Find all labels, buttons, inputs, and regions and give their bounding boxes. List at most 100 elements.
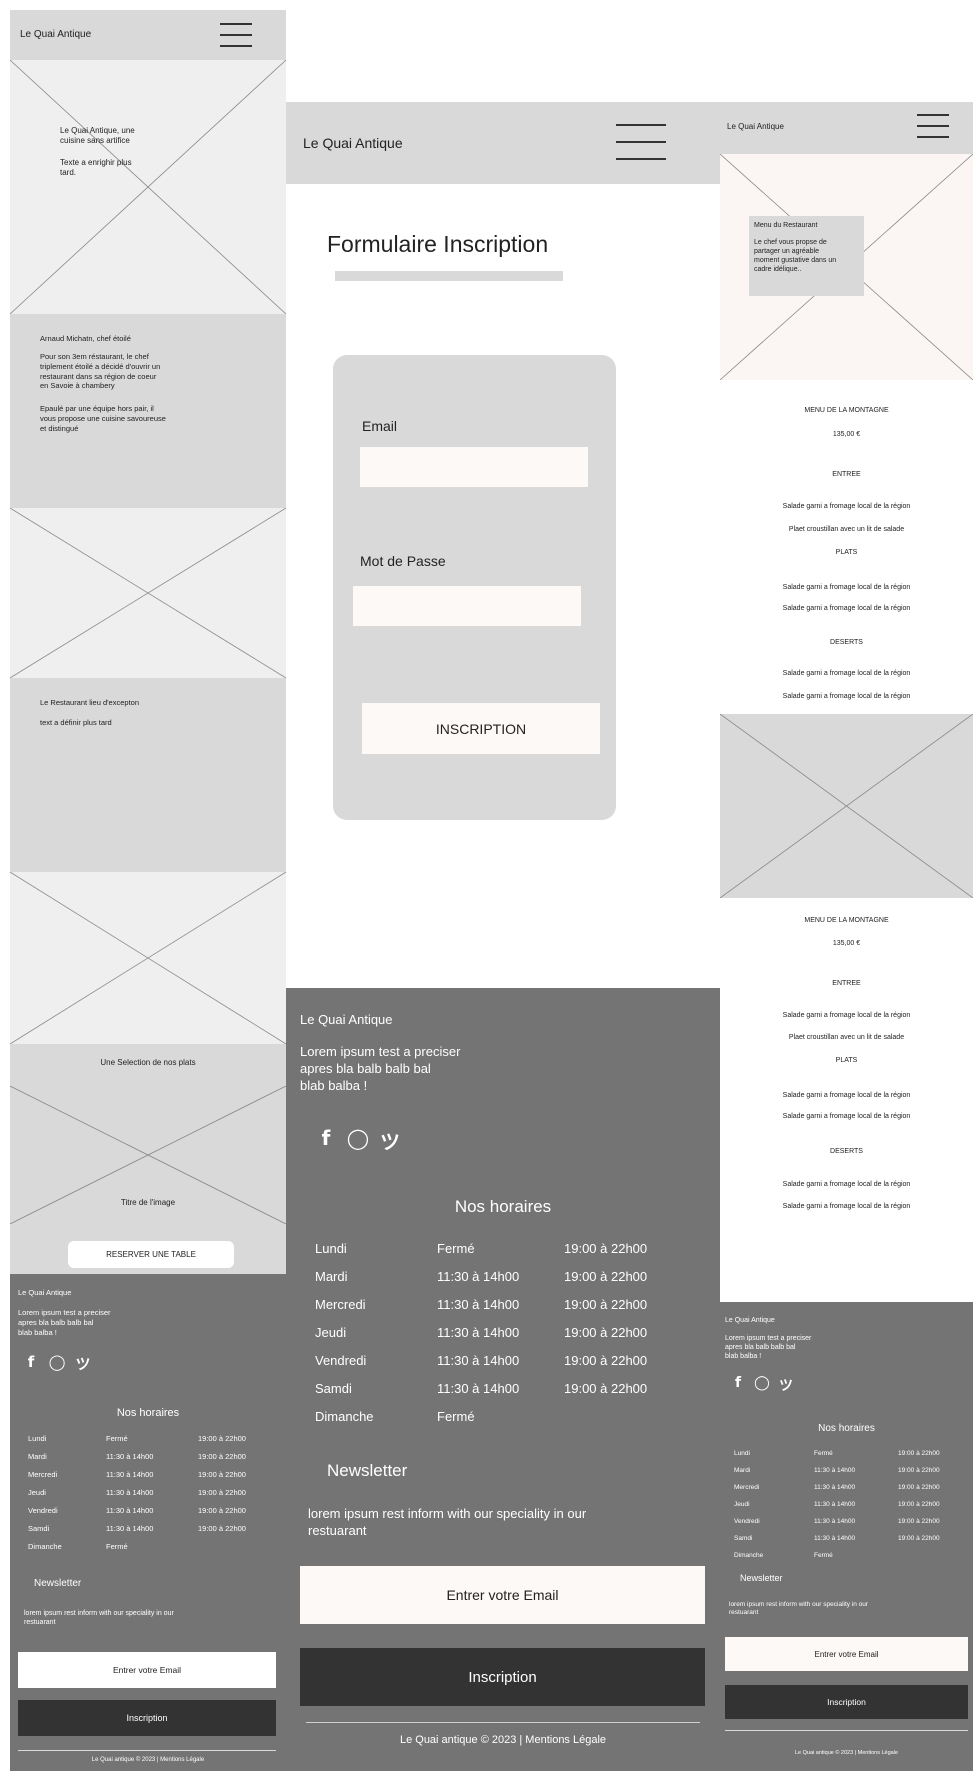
hours-day: Dimanche bbox=[28, 1542, 62, 1551]
hours-row: Mardi 11:30 à 14h00 19:00 à 22h00 bbox=[315, 1269, 715, 1297]
signup-submit-button[interactable]: INSCRIPTION bbox=[362, 703, 600, 754]
hours-row: Mardi 11:30 à 14h00 19:00 à 22h00 bbox=[28, 1452, 278, 1470]
brand-logo[interactable]: Le Quai Antique bbox=[20, 28, 91, 41]
hours-row: Lundi Fermé 19:00 à 22h00 bbox=[315, 1241, 715, 1269]
github-icon[interactable]: ◯ bbox=[44, 1353, 70, 1374]
email-label: Email bbox=[362, 418, 398, 434]
entree-title: ENTREE bbox=[832, 471, 861, 478]
menu-hero-placeholder: Menu du Restaurant Le chef vous propse d… bbox=[720, 154, 973, 380]
hours-day: Vendredi bbox=[734, 1518, 760, 1525]
footer-divider bbox=[18, 1750, 276, 1751]
social-icons: f ◯ ツ bbox=[18, 1353, 96, 1374]
hours-day: Samdi bbox=[734, 1535, 753, 1542]
chef-paragraph-1: Pour son 3em réstaurant, le chef triplem… bbox=[40, 352, 161, 391]
hero-image-placeholder: Le Quai Antique, une cuisine sans artifi… bbox=[10, 60, 286, 314]
hours-row: Vendredi 11:30 à 14h00 19:00 à 22h00 bbox=[28, 1506, 278, 1524]
brand-logo[interactable]: Le Quai Antique bbox=[303, 134, 403, 152]
hours-lunch: 11:30 à 14h00 bbox=[437, 1353, 520, 1368]
selection-title: Une Selection de nos plats bbox=[100, 1058, 196, 1067]
newsletter-subscribe-button[interactable]: Inscription bbox=[18, 1700, 276, 1736]
menu-icon[interactable] bbox=[917, 114, 949, 138]
newsletter-email-input[interactable]: Entrer votre Email bbox=[300, 1566, 705, 1624]
github-icon[interactable]: ◯ bbox=[750, 1375, 774, 1395]
menu-price: 135,00 € bbox=[832, 940, 861, 947]
footer: Le Quai Antique Lorem ipsum test a preci… bbox=[720, 1302, 973, 1771]
newsletter-title: Newsletter bbox=[34, 1578, 82, 1589]
hours-day: Samdi bbox=[28, 1524, 50, 1533]
menu-frame: Le Quai Antique Menu du Restaurant Le ch… bbox=[720, 102, 973, 1771]
menu-item: Salade garni a fromage local de la régio… bbox=[782, 693, 911, 700]
restaurant-text: text a définir plus tard bbox=[40, 718, 112, 727]
hours-row: Jeudi 11:30 à 14h00 19:00 à 22h00 bbox=[734, 1501, 970, 1518]
header: Le Quai Antique bbox=[10, 10, 286, 60]
plats-title: PLATS bbox=[835, 1057, 858, 1064]
hours-lunch: 11:30 à 14h00 bbox=[106, 1524, 154, 1533]
hours-row: Mardi 11:30 à 14h00 19:00 à 22h00 bbox=[734, 1467, 970, 1484]
hours-row: Dimanche Fermé bbox=[315, 1409, 715, 1437]
home-frame: Le Quai Antique Le Quai Antique, une cui… bbox=[10, 10, 286, 1771]
hours-dinner: 19:00 à 22h00 bbox=[564, 1269, 648, 1284]
twitter-icon[interactable]: ツ bbox=[374, 1126, 406, 1155]
copyright[interactable]: Le Quai antique © 2023 | Mentions Légale bbox=[286, 1733, 720, 1747]
hours-lunch: 11:30 à 14h00 bbox=[106, 1470, 154, 1479]
menu-item: Salade garni a fromage local de la régio… bbox=[782, 670, 911, 677]
newsletter-subscribe-button[interactable]: Inscription bbox=[300, 1648, 705, 1706]
chef-paragraph-2: Epaulé par une équipe hors pair, il vous… bbox=[40, 404, 166, 433]
page-title: Formulaire Inscription bbox=[327, 231, 549, 257]
copyright[interactable]: Le Quai antique © 2023 | Mentions Légale bbox=[10, 1757, 286, 1765]
hours-dinner: 19:00 à 22h00 bbox=[898, 1467, 940, 1474]
restaurant-title: Le Restaurant lieu d'excepton bbox=[40, 698, 139, 707]
footer-divider bbox=[306, 1722, 700, 1723]
password-field[interactable] bbox=[353, 586, 581, 626]
hours-lunch: Fermé bbox=[106, 1434, 128, 1443]
brand-logo[interactable]: Le Quai Antique bbox=[727, 122, 784, 132]
hours-dinner: 19:00 à 22h00 bbox=[564, 1241, 648, 1256]
hours-lunch: 11:30 à 14h00 bbox=[437, 1297, 520, 1312]
hours-day: Jeudi bbox=[28, 1488, 46, 1497]
restaurant-image-placeholder bbox=[10, 872, 286, 1044]
hours-row: Dimanche Fermé bbox=[734, 1552, 970, 1569]
signup-form-card: Email Mot de Passe INSCRIPTION bbox=[333, 355, 616, 820]
facebook-icon[interactable]: f bbox=[726, 1375, 750, 1395]
newsletter-email-input[interactable]: Entrer votre Email bbox=[18, 1652, 276, 1688]
chef-section: Arnaud Michatn, chef étoilé Pour son 3em… bbox=[10, 314, 286, 508]
menu-icon[interactable] bbox=[220, 23, 252, 47]
menu-item: Salade garni a fromage local de la régio… bbox=[782, 584, 911, 591]
newsletter-email-input[interactable]: Entrer votre Email bbox=[725, 1637, 968, 1671]
copyright[interactable]: Le Quai antique © 2023 | Mentions Légale bbox=[720, 1750, 973, 1757]
twitter-icon[interactable]: ツ bbox=[70, 1353, 96, 1374]
hours-row: Vendredi 11:30 à 14h00 19:00 à 22h00 bbox=[315, 1353, 715, 1381]
hours-row: Vendredi 11:30 à 14h00 19:00 à 22h00 bbox=[734, 1518, 970, 1535]
hours-lunch: 11:30 à 14h00 bbox=[437, 1269, 520, 1284]
reserve-table-button[interactable]: RESERVER UNE TABLE bbox=[68, 1241, 234, 1268]
hours-dinner: 19:00 à 22h00 bbox=[198, 1452, 246, 1461]
footer-divider bbox=[725, 1730, 968, 1731]
hours-row: Mercredi 11:30 à 14h00 19:00 à 22h00 bbox=[315, 1297, 715, 1325]
footer: Le Quai Antique Lorem ipsum test a preci… bbox=[10, 1274, 286, 1771]
newsletter-subscribe-button[interactable]: Inscription bbox=[725, 1685, 968, 1719]
facebook-icon[interactable]: f bbox=[18, 1353, 44, 1374]
github-icon[interactable]: ◯ bbox=[342, 1126, 374, 1155]
deserts-title: DESERTS bbox=[830, 639, 863, 646]
email-field[interactable] bbox=[360, 447, 588, 487]
hours-day: Mardi bbox=[734, 1467, 751, 1474]
hours-day: Vendredi bbox=[28, 1506, 58, 1515]
menu-icon[interactable] bbox=[616, 124, 666, 160]
hours-row: Jeudi 11:30 à 14h00 19:00 à 22h00 bbox=[315, 1325, 715, 1353]
menu-name: MENU DE LA MONTAGNE bbox=[804, 407, 889, 414]
selection-image-placeholder[interactable]: Titre de l'image bbox=[10, 1086, 286, 1224]
menu-item: Salade garni a fromage local de la régio… bbox=[782, 605, 911, 612]
twitter-icon[interactable]: ツ bbox=[774, 1375, 798, 1395]
restaurant-section: Le Restaurant lieu d'excepton text a déf… bbox=[10, 678, 286, 872]
hours-row: Mercredi 11:30 à 14h00 19:00 à 22h00 bbox=[734, 1484, 970, 1501]
hours-lunch: 11:30 à 14h00 bbox=[814, 1484, 856, 1491]
hours-dinner: 19:00 à 22h00 bbox=[898, 1450, 940, 1457]
newsletter-text: lorem ipsum rest inform with our special… bbox=[308, 1506, 587, 1538]
hours-title: Nos horaires bbox=[116, 1407, 180, 1419]
password-label: Mot de Passe bbox=[360, 553, 446, 569]
menu-hero-text: Le chef vous propse de partager un agréa… bbox=[754, 239, 837, 274]
facebook-icon[interactable]: f bbox=[310, 1126, 342, 1155]
hours-dinner: 19:00 à 22h00 bbox=[564, 1297, 648, 1312]
hours-lunch: Fermé bbox=[106, 1542, 128, 1551]
footer-brand: Le Quai Antique bbox=[18, 1288, 72, 1297]
